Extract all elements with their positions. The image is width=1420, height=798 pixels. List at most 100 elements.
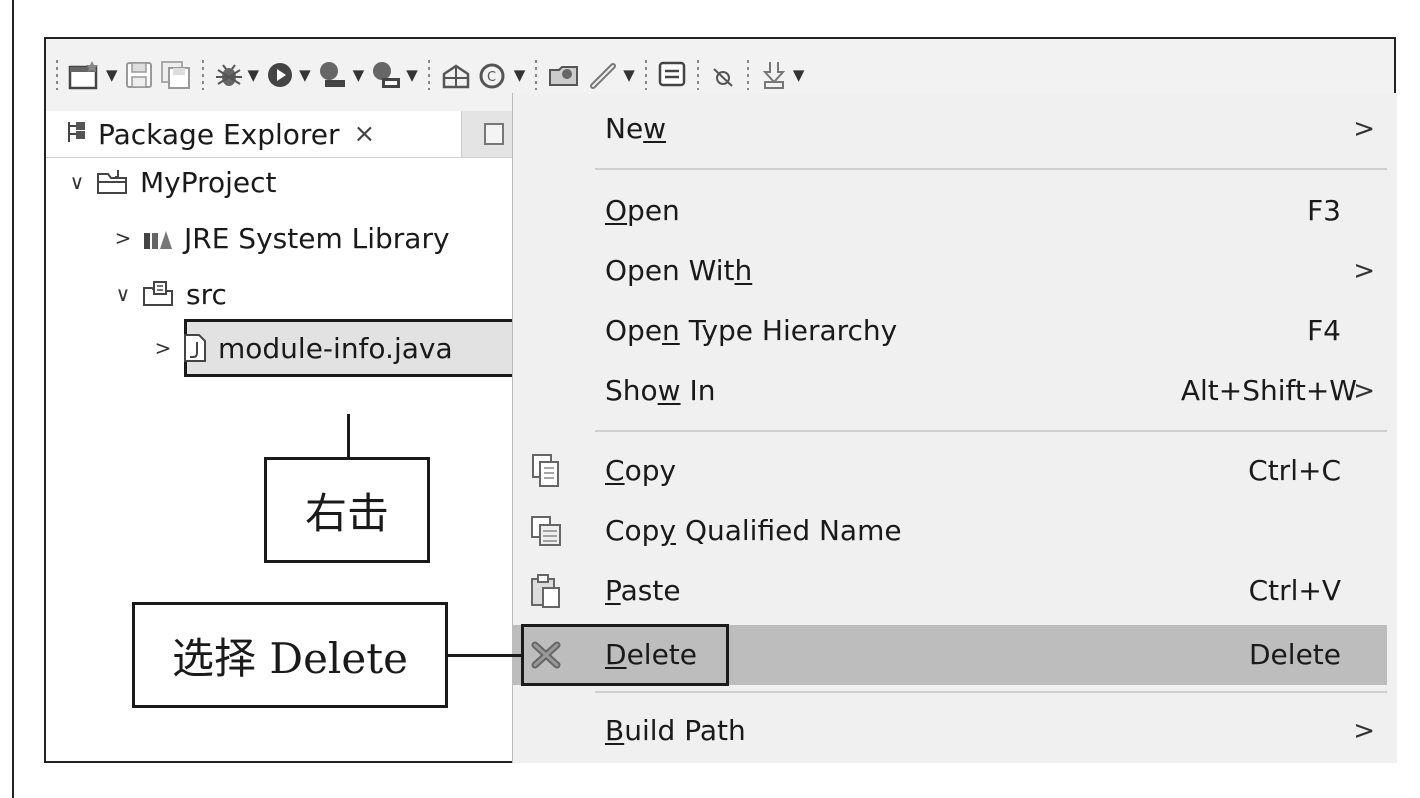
coverage-icon bbox=[373, 62, 401, 88]
run-icon bbox=[268, 63, 293, 87]
tree-item-label: module-info.java bbox=[218, 331, 453, 365]
menu-item-copy-qualified-name[interactable]: Copy Qualified Name bbox=[513, 503, 1387, 559]
java-file-icon bbox=[182, 333, 208, 363]
menu-item-open-type-hierarchy[interactable]: Open Type Hierarchy F4 bbox=[513, 303, 1387, 359]
close-icon[interactable]: × bbox=[354, 119, 376, 149]
save-all-icon bbox=[160, 61, 190, 89]
new-package-icon bbox=[442, 64, 469, 89]
menu-item-open[interactable]: Open F3 bbox=[513, 183, 1387, 239]
debug-button[interactable]: ▼ bbox=[214, 55, 260, 95]
menu-item-build-path[interactable]: Build Path > bbox=[513, 703, 1387, 759]
tree-item-module-info[interactable]: > module-info.java bbox=[152, 323, 453, 373]
skip-breakpoints-button[interactable] bbox=[709, 55, 737, 95]
tab-label: Package Explorer bbox=[98, 117, 340, 151]
chevron-down-icon[interactable]: ▼ bbox=[248, 66, 260, 84]
run-tool-icon bbox=[319, 62, 345, 87]
menu-item-shortcut: Ctrl+C bbox=[1248, 454, 1341, 487]
callout-connector bbox=[446, 654, 524, 657]
page-edge-left bbox=[12, 0, 14, 798]
context-menu: New > Open F3 Open With > Open Type Hier… bbox=[512, 93, 1397, 763]
menu-item-new[interactable]: New > bbox=[513, 101, 1387, 157]
chevron-right-icon[interactable]: > bbox=[112, 226, 134, 250]
tree-item-label: MyProject bbox=[140, 165, 277, 199]
chevron-right-icon: > bbox=[1353, 376, 1375, 406]
chevron-right-icon: > bbox=[1353, 256, 1375, 286]
save-all-button[interactable] bbox=[160, 55, 192, 95]
chevron-down-icon[interactable]: ▼ bbox=[299, 66, 311, 84]
menu-item-label: Paste bbox=[605, 574, 681, 607]
new-class-button[interactable]: C ▼ bbox=[478, 55, 526, 95]
menu-separator bbox=[595, 168, 1387, 170]
tree-item-label: src bbox=[186, 277, 227, 311]
new-class-icon: C bbox=[479, 63, 505, 89]
menu-item-shortcut: F3 bbox=[1307, 194, 1341, 227]
coverage-button[interactable]: ▼ bbox=[370, 55, 418, 95]
menu-item-shortcut: F4 bbox=[1307, 314, 1341, 347]
menu-item-open-with[interactable]: Open With > bbox=[513, 243, 1387, 299]
toolbar-separator bbox=[696, 60, 699, 90]
menu-item-label: Build Path bbox=[605, 714, 746, 747]
chevron-down-icon[interactable]: ▼ bbox=[514, 66, 526, 84]
callout-connector bbox=[347, 414, 350, 459]
menu-item-shortcut: Delete bbox=[1249, 638, 1341, 671]
menu-item-copy[interactable]: Copy Ctrl+C bbox=[513, 443, 1387, 499]
paste-icon bbox=[529, 573, 563, 609]
tree-item-src[interactable]: ∨ src bbox=[112, 269, 227, 319]
chevron-down-icon[interactable]: ∨ bbox=[112, 282, 134, 306]
task-icon bbox=[658, 61, 686, 87]
project-folder-icon bbox=[96, 168, 130, 196]
menu-item-label: Open Type Hierarchy bbox=[605, 314, 898, 347]
menu-separator bbox=[595, 430, 1387, 432]
save-icon bbox=[125, 62, 152, 88]
save-button[interactable] bbox=[124, 55, 154, 95]
next-annotation-icon bbox=[762, 62, 786, 89]
callout-right-click: 右击 bbox=[264, 457, 430, 563]
copy-qualified-name-icon bbox=[529, 513, 563, 549]
chevron-down-icon[interactable]: ∨ bbox=[66, 170, 88, 194]
toolbar-separator bbox=[56, 60, 58, 90]
search-icon bbox=[590, 63, 617, 89]
menu-item-label: New bbox=[605, 112, 667, 145]
menu-item-label: Show In bbox=[605, 374, 716, 407]
toolbar-separator bbox=[535, 60, 538, 90]
menu-separator bbox=[595, 691, 1387, 693]
callout-select-delete: 选择 Delete bbox=[132, 602, 448, 708]
chevron-down-icon[interactable]: ▼ bbox=[106, 66, 118, 84]
open-type-button[interactable] bbox=[547, 55, 581, 95]
chevron-right-icon: > bbox=[1353, 716, 1375, 746]
menu-item-shortcut: Alt+Shift+W bbox=[1180, 374, 1357, 407]
next-annotation-button[interactable]: ▼ bbox=[759, 55, 805, 95]
tree-item-label: JRE System Library bbox=[184, 221, 450, 255]
new-package-button[interactable] bbox=[440, 55, 472, 95]
chevron-right-icon: > bbox=[1353, 114, 1375, 144]
menu-item-label: Copy Qualified Name bbox=[605, 514, 902, 547]
chevron-down-icon[interactable]: ▼ bbox=[793, 66, 805, 84]
chevron-down-icon[interactable]: ▼ bbox=[353, 66, 365, 84]
tree-item-project[interactable]: ∨ MyProject bbox=[66, 157, 277, 207]
tree-item-jre-library[interactable]: > JRE System Library bbox=[112, 213, 450, 263]
task-button[interactable] bbox=[657, 55, 687, 95]
tab-package-explorer[interactable]: Package Explorer × bbox=[46, 111, 462, 157]
view-tab-bar: Package Explorer × bbox=[46, 111, 516, 158]
menu-item-label: Copy bbox=[605, 454, 677, 487]
menu-item-label: Open bbox=[605, 194, 680, 227]
new-wizard-button[interactable]: ▼ bbox=[68, 55, 118, 95]
run-button[interactable]: ▼ bbox=[265, 55, 311, 95]
chevron-down-icon[interactable]: ▼ bbox=[406, 66, 418, 84]
menu-item-label: Open With bbox=[605, 254, 753, 287]
delete-highlight-box bbox=[521, 624, 729, 686]
menu-item-paste[interactable]: Paste Ctrl+V bbox=[513, 563, 1387, 619]
source-folder-icon bbox=[142, 280, 176, 308]
package-explorer-icon bbox=[66, 118, 88, 151]
run-tool-button[interactable]: ▼ bbox=[317, 55, 365, 95]
chevron-right-icon[interactable]: > bbox=[152, 336, 174, 360]
toolbar-separator bbox=[427, 60, 430, 90]
library-icon bbox=[142, 225, 174, 251]
svg-text:C: C bbox=[487, 70, 496, 85]
chevron-down-icon[interactable]: ▼ bbox=[623, 66, 635, 84]
new-wizard-icon bbox=[68, 61, 98, 90]
menu-item-show-in[interactable]: Show In Alt+Shift+W > bbox=[513, 363, 1387, 419]
search-button[interactable]: ▼ bbox=[587, 55, 635, 95]
outline-view-icon[interactable] bbox=[484, 123, 504, 145]
open-type-icon bbox=[549, 66, 579, 86]
